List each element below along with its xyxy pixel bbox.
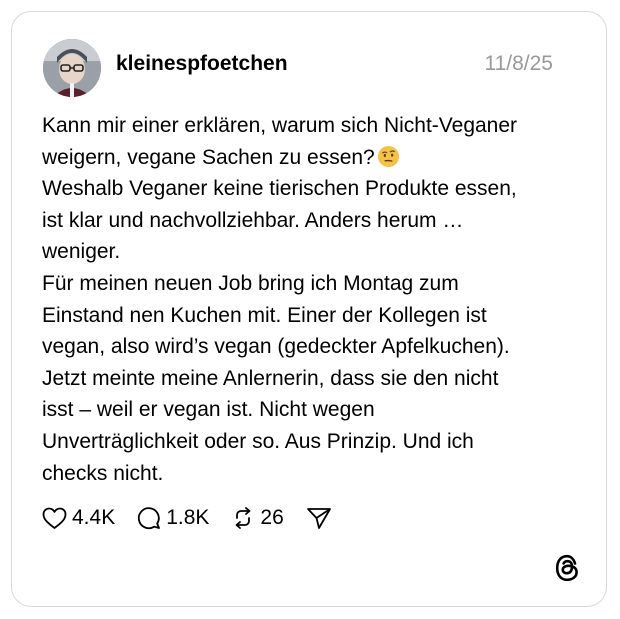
comment-bubble-icon (138, 507, 161, 530)
share-button[interactable] (306, 506, 332, 530)
repost-icon (236, 507, 251, 529)
avatar[interactable] (43, 39, 101, 97)
comment-button[interactable]: 1.8K (137, 506, 209, 530)
username[interactable]: kleinespfoetchen (116, 52, 288, 76)
post-text-intro: Kann mir einer erklären, warum sich Nich… (42, 114, 518, 169)
post-date[interactable]: 11/8/25 (484, 52, 553, 76)
send-icon (306, 508, 331, 529)
post-text: Kann mir einer erklären, warum sich Nich… (42, 110, 582, 489)
repost-button[interactable]: 26 (231, 506, 284, 530)
like-count: 4.4K (72, 506, 116, 529)
action-bar: 4.4K 1.8K 26 (42, 505, 354, 531)
like-button[interactable]: 4.4K (42, 506, 115, 530)
repost-count: 26 (260, 506, 284, 529)
post-text-body: Weshalb Veganer keine tierischen Produkt… (42, 177, 517, 485)
face-with-raised-eyebrow-emoji (377, 145, 399, 167)
post-card: kleinespfoetchen 11/8/25 Kann mir einer … (11, 11, 607, 607)
comment-count: 1.8K (166, 506, 210, 529)
heart-icon (42, 507, 67, 529)
threads-logo-icon[interactable] (554, 554, 580, 582)
